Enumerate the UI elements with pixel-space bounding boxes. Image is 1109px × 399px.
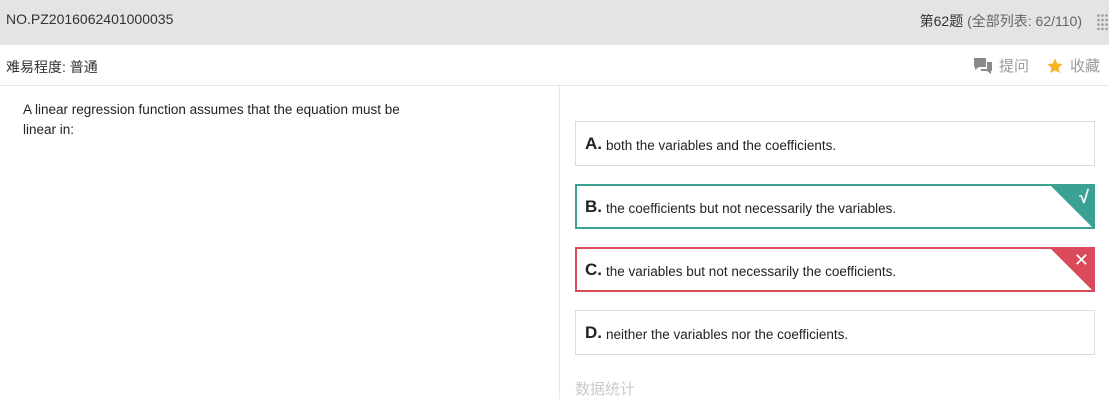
ask-question-button[interactable]: 提问 [973, 55, 1029, 76]
option-text: the coefficients but not necessarily the… [606, 201, 897, 216]
question-toolbar: 难易程度: 普通 提问 收藏 [0, 45, 1109, 86]
question-text: A linear regression function assumes tha… [23, 102, 400, 137]
option-c[interactable]: C. the variables but not necessarily the… [575, 247, 1095, 292]
chat-bubble-icon [974, 57, 992, 74]
checkmark-icon: √ [1079, 187, 1089, 207]
grid-dots-icon[interactable] [1097, 14, 1108, 31]
option-text: neither the variables nor the coefficien… [606, 327, 849, 342]
option-letter: B. [585, 197, 602, 216]
option-a[interactable]: A. both the variables and the coefficien… [575, 121, 1095, 166]
question-counter: 第62题 (全部列表: 62/110) [920, 11, 1082, 31]
favorite-button[interactable]: 收藏 [1046, 55, 1100, 76]
option-letter: D. [585, 323, 602, 342]
data-statistics-heading: 数据统计 [575, 381, 636, 398]
favorite-label: 收藏 [1070, 58, 1101, 75]
question-list-info[interactable]: (全部列表: 62/110) [967, 13, 1082, 29]
option-text: the variables but not necessarily the co… [606, 264, 897, 279]
difficulty-level: 难易程度: 普通 [6, 59, 98, 75]
option-letter: C. [585, 260, 602, 279]
option-d[interactable]: D. neither the variables nor the coeffic… [575, 310, 1095, 355]
question-id: NO.PZ2016062401000035 [6, 11, 174, 27]
question-pane: A linear regression function assumes tha… [0, 86, 560, 399]
question-number: 第62题 [919, 13, 964, 29]
question-header: NO.PZ2016062401000035 第62题 (全部列表: 62/110… [0, 0, 1109, 45]
cross-icon: ✕ [1073, 250, 1089, 270]
option-b[interactable]: B. the coefficients but not necessarily … [575, 184, 1095, 229]
option-letter: A. [585, 134, 602, 153]
ask-label: 提问 [999, 58, 1030, 75]
correct-marker: √ [1051, 186, 1093, 227]
option-text: both the variables and the coefficients. [606, 138, 837, 153]
star-icon [1047, 58, 1063, 73]
wrong-marker: ✕ [1051, 249, 1093, 290]
